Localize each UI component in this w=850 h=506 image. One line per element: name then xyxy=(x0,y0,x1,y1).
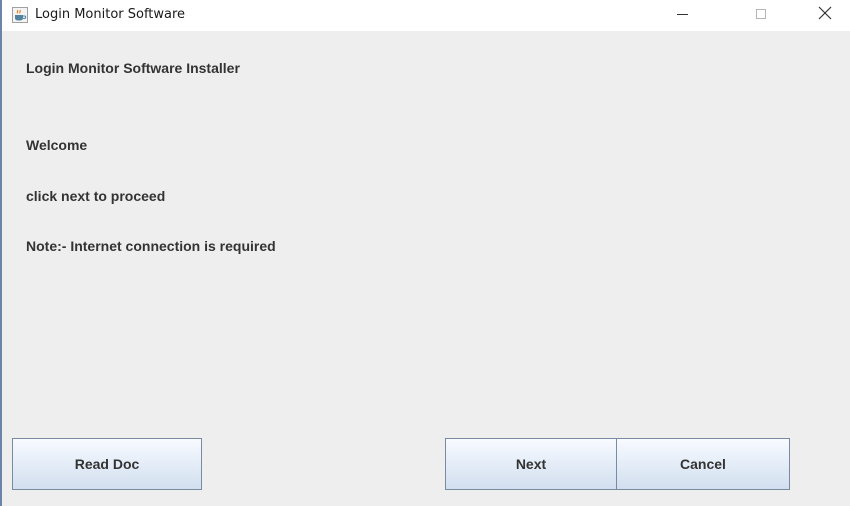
read-doc-button[interactable]: Read Doc xyxy=(12,438,202,490)
window-title: Login Monitor Software xyxy=(35,7,186,22)
maximize-button[interactable] xyxy=(738,0,784,31)
installer-window: Login Monitor Software Login Monitor Sof… xyxy=(0,0,850,506)
cancel-button[interactable]: Cancel xyxy=(616,438,790,490)
maximize-icon xyxy=(755,7,767,25)
title-bar[interactable]: Login Monitor Software xyxy=(2,0,850,31)
installer-content: Login Monitor Software Installer Welcome… xyxy=(2,31,850,506)
welcome-label: Welcome xyxy=(26,137,88,153)
minimize-icon xyxy=(677,7,689,25)
minimize-button[interactable] xyxy=(660,0,706,31)
close-icon xyxy=(818,6,832,25)
next-button[interactable]: Next xyxy=(445,438,617,490)
close-button[interactable] xyxy=(802,0,848,31)
installer-heading: Login Monitor Software Installer xyxy=(26,60,240,76)
internet-note-label: Note:- Internet connection is required xyxy=(26,238,276,254)
java-coffee-cup-icon xyxy=(12,7,28,23)
instruction-label: click next to proceed xyxy=(26,188,166,204)
